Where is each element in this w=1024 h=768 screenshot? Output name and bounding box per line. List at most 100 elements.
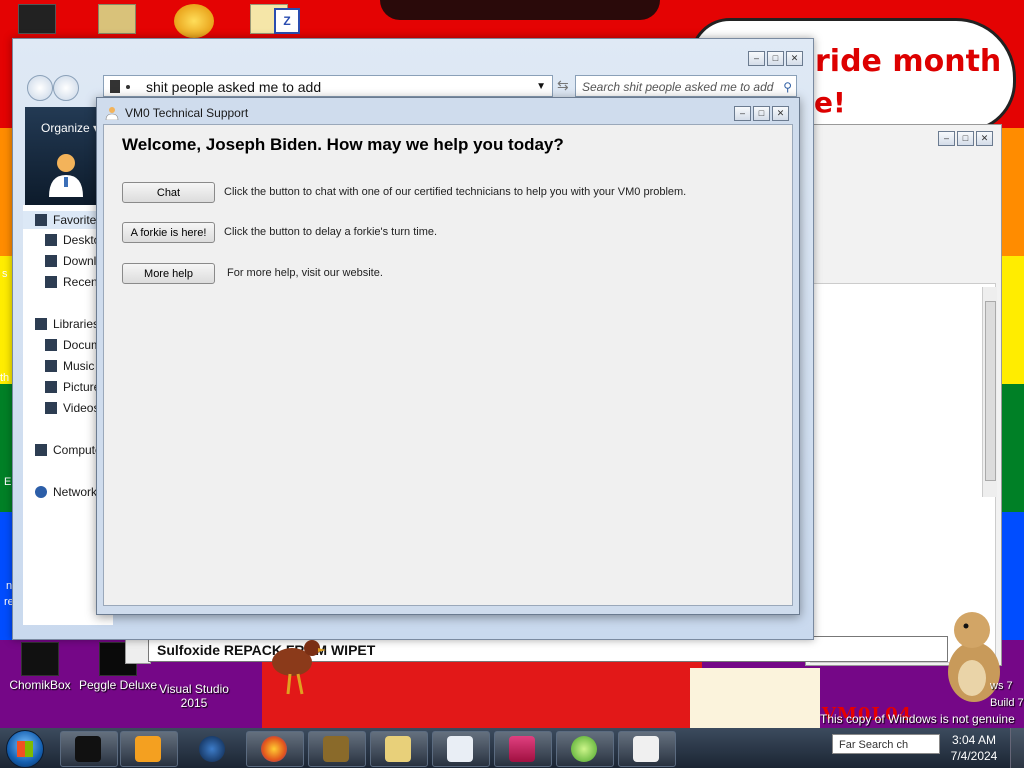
chicken-buddy-icon[interactable] — [262, 628, 326, 698]
chevron-down-icon[interactable]: ▼ — [536, 76, 546, 98]
videos-icon — [45, 402, 57, 414]
lime-icon — [571, 736, 597, 762]
tray-search-box[interactable]: Far Search ch — [832, 734, 940, 754]
documents-icon — [45, 339, 57, 351]
maximize-button[interactable]: □ — [753, 106, 770, 121]
not-genuine-notice: This copy of Windows is not genuine — [820, 712, 1015, 726]
downloads-icon — [45, 255, 57, 267]
taskbar-item-globe[interactable] — [184, 731, 242, 767]
music-icon — [45, 360, 57, 372]
taskbar-item-tech-support[interactable] — [618, 731, 676, 767]
breadcrumb-separator-icon — [126, 85, 130, 89]
media-player-icon — [135, 736, 161, 762]
desktop-fragment: s — [2, 268, 8, 280]
close-button[interactable]: ✕ — [786, 51, 803, 66]
window-controls: – □ ✕ — [734, 106, 789, 121]
taskbar-item-lime[interactable] — [556, 731, 614, 767]
windows-logo-icon — [17, 741, 33, 757]
windows-build-text: Build 7601 — [990, 697, 1024, 709]
technician-icon — [633, 736, 659, 762]
close-button[interactable]: ✕ — [976, 131, 993, 146]
more-help-button[interactable]: More help — [122, 263, 215, 284]
organize-label: Organize — [41, 121, 90, 135]
maximize-button[interactable]: □ — [767, 51, 784, 66]
nav-item-label: Videos — [63, 401, 100, 415]
search-icon[interactable]: ⚲ — [783, 76, 792, 98]
nav-item-label: Network — [53, 485, 98, 499]
wallpaper-red-block — [262, 660, 702, 728]
chat-description: Click the button to chat with one of our… — [224, 186, 687, 198]
taskbar-item-explorer[interactable] — [60, 731, 118, 767]
more-help-description: For more help, visit our website. — [227, 267, 383, 279]
nav-item-label: Music — [63, 359, 95, 373]
taskbar-item-checklist[interactable] — [432, 731, 490, 767]
address-text: shit people asked me to add — [146, 79, 322, 95]
minimize-button[interactable]: – — [734, 106, 751, 121]
dialog-titlebar: VM0 Technical Support — [105, 104, 248, 122]
welcome-heading: Welcome, Joseph Biden. How may we help y… — [122, 135, 564, 154]
desktop-icon-folder[interactable] — [98, 4, 136, 34]
dialog-body: Welcome, Joseph Biden. How may we help y… — [103, 124, 793, 606]
black-cube-icon — [75, 736, 101, 762]
desktop-icon-top-hat[interactable] — [18, 4, 56, 34]
search-input[interactable]: Search shit people asked me to add ⚲ — [575, 75, 797, 97]
background-window[interactable]: – □ ✕ — [805, 124, 1002, 666]
organize-button[interactable]: Organize ▾ — [41, 121, 99, 135]
close-button[interactable]: ✕ — [772, 106, 789, 121]
hamster-box-icon — [323, 736, 349, 762]
window-controls: – □ ✕ — [748, 51, 803, 66]
scrollbar-thumb[interactable] — [985, 301, 996, 481]
recent-icon — [45, 276, 57, 288]
technician-icon — [105, 107, 119, 120]
folder-icon — [385, 736, 411, 762]
address-field[interactable]: shit people asked me to add ▼ — [103, 75, 553, 97]
globe-icon — [199, 736, 225, 762]
desktop-icon-label: Visual Studio 2015 — [159, 682, 229, 710]
window-controls: – □ ✕ — [938, 131, 993, 146]
taskbar-item-media-player[interactable] — [120, 731, 178, 767]
taskbar-item-firefox[interactable] — [246, 731, 304, 767]
desktop-icon-chomikbox[interactable]: ChomikBox — [0, 642, 80, 692]
forkie-button[interactable]: A forkie is here! — [122, 222, 215, 243]
taskbar-item-folder[interactable] — [370, 731, 428, 767]
minimize-button[interactable]: – — [748, 51, 765, 66]
show-desktop-button[interactable] — [1010, 728, 1024, 768]
wallpaper-dark-shape — [380, 0, 660, 20]
taskbar-item-photo[interactable] — [494, 731, 552, 767]
nav-item-label: Favorites — [53, 213, 103, 227]
doctor-avatar-icon — [49, 154, 83, 197]
desktop-icon-round[interactable] — [174, 4, 214, 38]
desktop-icon-z[interactable]: Z — [274, 8, 300, 34]
vertical-scrollbar[interactable] — [982, 287, 997, 497]
clock-date: 7/4/2024 — [950, 749, 998, 763]
nav-item-label: Libraries — [53, 317, 100, 331]
refresh-icon[interactable]: ⇆ — [557, 77, 569, 94]
system-clock[interactable]: 3:04 AM 7/4/2024 — [944, 732, 1004, 764]
forward-button[interactable] — [53, 75, 79, 101]
taskbar: Far Search ch 3:04 AM 7/4/2024 — [0, 728, 1024, 768]
photo-viewer-icon — [509, 736, 535, 762]
desktop-icon-label: Peggle Deluxe — [78, 678, 158, 692]
start-button[interactable] — [6, 730, 44, 768]
checklist-icon — [447, 736, 473, 762]
chat-button[interactable]: Chat — [122, 182, 215, 203]
star-icon — [35, 214, 47, 226]
dialog-title: VM0 Technical Support — [125, 106, 249, 120]
desktop-icon-visual-studio[interactable]: Visual Studio 2015 — [154, 682, 234, 710]
network-icon — [35, 486, 47, 498]
maximize-button[interactable]: □ — [957, 131, 974, 146]
taskbar-item-chomikbox[interactable] — [308, 731, 366, 767]
computer-icon — [35, 444, 47, 456]
minimize-button[interactable]: – — [938, 131, 955, 146]
clock-time: 3:04 AM — [951, 733, 997, 747]
search-placeholder: Search shit people asked me to add — [582, 80, 774, 94]
desktop-icon — [45, 234, 57, 246]
back-button[interactable] — [27, 75, 53, 101]
pride-banner-line1: ride month — [815, 44, 1002, 79]
pride-banner-line2: e! — [814, 86, 846, 119]
wallpaper-cream-block — [690, 668, 820, 728]
desktop-fragment: th — [0, 372, 10, 384]
windows-version-text: ws 7 — [990, 680, 1013, 692]
pictures-icon — [45, 381, 57, 393]
tech-support-dialog[interactable]: VM0 Technical Support – □ ✕ Welcome, Jos… — [96, 97, 800, 615]
